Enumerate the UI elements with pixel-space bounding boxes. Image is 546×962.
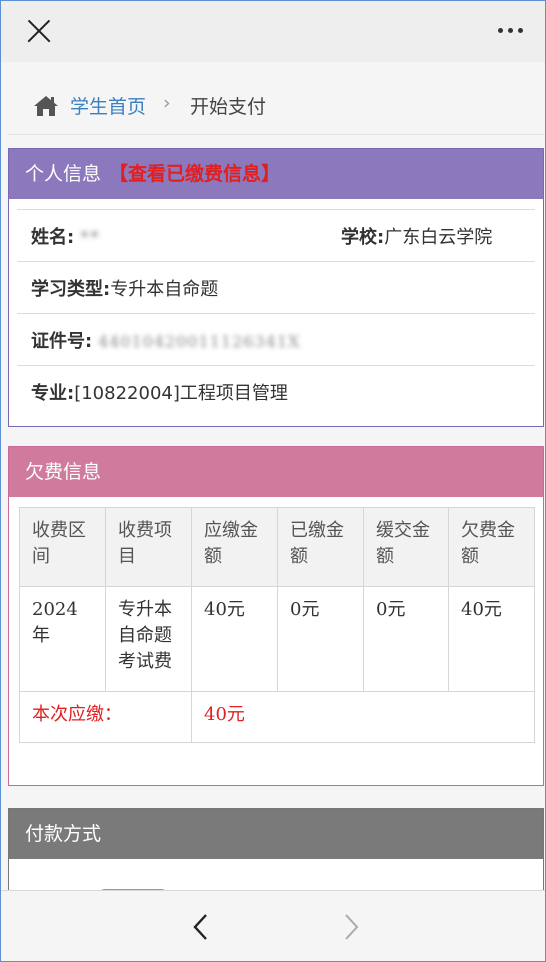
browser-bottom-bar [0,890,546,962]
payment-method-panel: 付款方式 [8,808,544,890]
personal-info-title: 个人信息 [25,163,102,185]
personal-info-header: 个人信息 【查看已缴费信息】 [9,149,543,199]
column-header: 收费区间 [19,507,106,587]
school-value: 广东白云学院 [384,227,493,248]
amount-deferred-cell: 0元 [363,586,449,692]
major-value: [10822004]工程项目管理 [74,383,288,404]
column-header: 已缴金额 [277,507,364,587]
total-due-value: 40元 [191,691,535,743]
breadcrumb: 学生首页 › 开始支付 [8,76,544,135]
browser-top-bar [0,0,546,62]
study-type-value: 专升本自命题 [110,279,219,300]
school-label: 学校: [341,227,385,248]
table-header-row: 收费区间 收费项目 应缴金额 已缴金额 缓交金额 欠费金额 [19,507,535,587]
amount-due-cell: 40元 [191,586,278,692]
column-header: 缓交金额 [363,507,449,587]
study-type-label: 学习类型: [31,279,111,300]
arrears-info-header: 欠费信息 [9,447,543,497]
id-number-row: 证件号: 44010420011126341X [17,313,535,365]
column-header: 应缴金额 [191,507,278,587]
breadcrumb-home-link[interactable]: 学生首页 [70,92,146,119]
breadcrumb-separator: › [163,92,171,114]
fee-item-cell: 专升本自命题考试费 [105,586,192,692]
view-paid-info-link[interactable]: 【查看已缴费信息】 [109,163,280,185]
personal-info-panel: 个人信息 【查看已缴费信息】 姓名: ** 学校:广东白云学院 学习类型:专升本自… [8,148,544,427]
more-options-icon[interactable] [498,22,528,38]
major-row: 专业:[10822004]工程项目管理 [17,365,535,417]
column-header: 收费项目 [105,507,192,587]
study-type-row: 学习类型:专升本自命题 [17,261,535,313]
name-school-row: 姓名: ** 学校:广东白云学院 [17,209,535,261]
payment-method-header: 付款方式 [9,809,543,859]
close-icon[interactable] [22,14,56,48]
amount-owed-cell: 40元 [448,586,535,692]
major-label: 专业: [31,383,75,404]
id-number-value: 44010420011126341X [97,332,301,351]
column-header: 欠费金额 [448,507,535,587]
name-value: ** [79,227,100,248]
fees-table: 收费区间 收费项目 应缴金额 已缴金额 缓交金额 欠费金额 2024年 专升本自… [19,507,535,743]
breadcrumb-current: 开始支付 [190,96,267,118]
back-arrow-icon[interactable] [190,913,212,941]
home-icon[interactable] [33,94,59,118]
page-content: 学生首页 › 开始支付 个人信息 【查看已缴费信息】 姓名: ** 学校:广东白云… [0,62,546,890]
forward-arrow-icon[interactable] [340,913,362,941]
total-due-label: 本次应缴： [19,691,192,743]
arrears-info-title: 欠费信息 [25,461,102,483]
total-row: 本次应缴： 40元 [19,691,535,743]
id-number-label: 证件号: [31,331,93,352]
name-label: 姓名: [31,227,75,248]
payment-method-title: 付款方式 [25,823,102,845]
arrears-info-panel: 欠费信息 收费区间 收费项目 应缴金额 已缴金额 缓交金额 欠费金额 2024年… [8,446,544,786]
amount-paid-cell: 0元 [277,586,364,692]
table-row: 2024年 专升本自命题考试费 40元 0元 0元 40元 [19,586,535,692]
fee-period-cell: 2024年 [19,586,106,692]
